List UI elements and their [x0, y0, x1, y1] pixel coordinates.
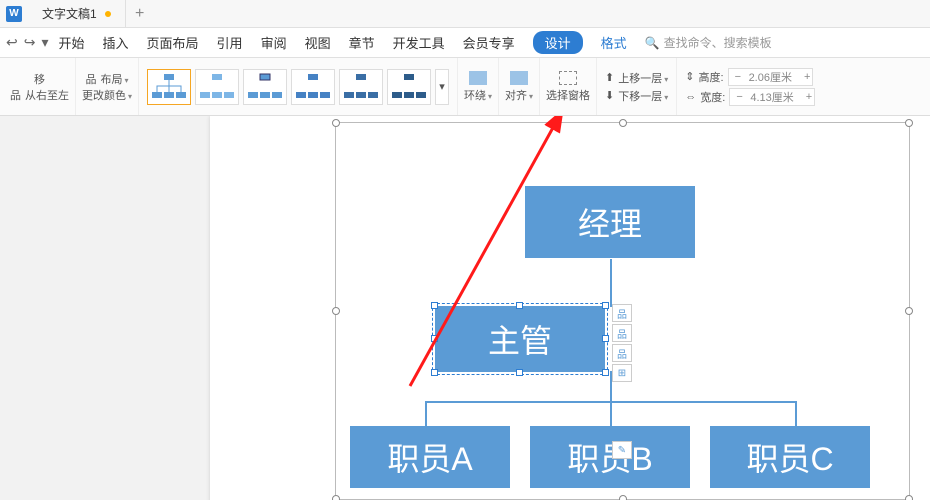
menu-page-layout[interactable]: 页面布局: [147, 33, 199, 52]
menu-bar: ↩ ↪ ▾ 开始 插入 页面布局 引用 审阅 视图 章节 开发工具 会员专享 设…: [0, 28, 930, 58]
style-thumb-3[interactable]: [243, 69, 287, 105]
redo-icon[interactable]: ↪: [24, 34, 36, 51]
app-icon: W: [6, 6, 22, 22]
search-placeholder: 查找命令、搜索模板: [664, 34, 772, 51]
smartart-edit-tool: ✎: [612, 441, 632, 459]
org-node-child-b[interactable]: 职员B: [530, 426, 690, 488]
pane-icon: [559, 71, 577, 85]
ribbon-order-group: ⬆ 上移一层 ⬇ 下移一层: [597, 58, 677, 115]
connector: [425, 401, 427, 426]
width-spinner[interactable]: − 4.13厘米 +: [729, 88, 814, 106]
move-label: 移: [34, 71, 45, 87]
org-node-middle[interactable]: 主管: [435, 306, 605, 372]
width-plus[interactable]: +: [800, 91, 814, 103]
search-box[interactable]: 🔍 查找命令、搜索模板: [645, 34, 772, 51]
height-minus[interactable]: −: [729, 71, 743, 83]
qat-dropdown-icon[interactable]: ▾: [41, 34, 48, 51]
add-below-button[interactable]: 品: [612, 344, 632, 362]
style-thumb-4[interactable]: [291, 69, 335, 105]
width-value: 4.13厘米: [744, 89, 799, 105]
ribbon-size-group: ⇕ 高度: − 2.06厘米 + ⇔ 宽度: − 4.13厘米 +: [677, 58, 822, 115]
document-name: 文字文稿1: [42, 5, 97, 22]
menu-design[interactable]: 设计: [533, 31, 583, 54]
add-assistant-button[interactable]: 品: [612, 324, 632, 342]
wrap-icon: [469, 71, 487, 85]
ribbon-align-group: 对齐: [499, 58, 540, 115]
layout-label[interactable]: 布局: [101, 71, 129, 87]
search-icon: 🔍: [645, 36, 660, 50]
layout-options-button[interactable]: ⊞: [612, 364, 632, 382]
org-node-child-c[interactable]: 职员C: [710, 426, 870, 488]
menu-format[interactable]: 格式: [601, 33, 627, 52]
ribbon-pane-group: 选择窗格: [540, 58, 597, 115]
connector: [795, 401, 797, 426]
canvas[interactable]: 经理 主管 职员A 职员B 职员C 品 品 品 ⊞ ✎: [0, 116, 930, 500]
height-value: 2.06厘米: [743, 69, 798, 85]
edit-text-button[interactable]: ✎: [612, 441, 632, 459]
rtl-label[interactable]: 从右至左: [25, 87, 69, 103]
menu-member[interactable]: 会员专享: [463, 33, 515, 52]
bring-forward-icon: ⬆: [605, 71, 614, 84]
connector: [610, 259, 612, 307]
style-gallery-more[interactable]: ▾: [435, 69, 449, 105]
menu-chapter[interactable]: 章节: [349, 33, 375, 52]
menu-insert[interactable]: 插入: [103, 33, 129, 52]
width-icon: ⇔: [685, 91, 696, 103]
new-tab-button[interactable]: +: [126, 5, 154, 23]
ribbon-wrap-group: 环绕: [458, 58, 499, 115]
menu-view[interactable]: 视图: [305, 33, 331, 52]
quick-access-toolbar: ↩ ↪ ▾: [6, 34, 49, 51]
ribbon-layout-group: 品布局 更改颜色: [76, 58, 139, 115]
align-icon: [510, 71, 528, 85]
style-thumb-6[interactable]: [387, 69, 431, 105]
menu-references[interactable]: 引用: [217, 33, 243, 52]
undo-icon[interactable]: ↩: [6, 34, 18, 51]
height-label: 高度:: [699, 69, 724, 85]
menu-dev-tools[interactable]: 开发工具: [393, 33, 445, 52]
title-bar: W 文字文稿1 +: [0, 0, 930, 28]
up-label[interactable]: 上移一层: [618, 70, 668, 86]
connector: [610, 401, 612, 426]
pane-label[interactable]: 选择窗格: [546, 87, 590, 103]
ribbon: 移 品从右至左 品布局 更改颜色 ▾ 环绕 对齐 选择窗格 ⬆ 上移一层 ⬇ 下移一…: [0, 58, 930, 116]
menu-review[interactable]: 审阅: [261, 33, 287, 52]
height-spinner[interactable]: − 2.06厘米 +: [728, 68, 813, 86]
width-label: 宽度:: [700, 89, 725, 105]
menu-home[interactable]: 开始: [59, 33, 85, 52]
style-gallery: ▾: [139, 58, 458, 115]
style-thumb-1[interactable]: [147, 69, 191, 105]
height-plus[interactable]: +: [798, 71, 812, 83]
org-node-middle-label: 主管: [488, 316, 552, 362]
style-thumb-5[interactable]: [339, 69, 383, 105]
add-shape-button[interactable]: 品: [612, 304, 632, 322]
height-icon: ⇕: [685, 70, 694, 83]
style-thumb-2[interactable]: [195, 69, 239, 105]
send-backward-icon: ⬇: [605, 89, 614, 102]
smartart-float-tools: 品 品 品 ⊞: [612, 304, 632, 382]
org-node-root[interactable]: 经理: [525, 186, 695, 258]
document-tab[interactable]: 文字文稿1: [28, 0, 126, 27]
ribbon-move-group: 移 品从右至左: [4, 58, 76, 115]
down-label[interactable]: 下移一层: [618, 88, 668, 104]
org-node-child-a[interactable]: 职员A: [350, 426, 510, 488]
align-label[interactable]: 对齐: [505, 87, 533, 103]
color-label[interactable]: 更改颜色: [82, 87, 132, 103]
wrap-label[interactable]: 环绕: [464, 87, 492, 103]
width-minus[interactable]: −: [730, 91, 744, 103]
unsaved-indicator-icon: [105, 11, 111, 17]
menu-list: 开始 插入 页面布局 引用 审阅 视图 章节 开发工具 会员专享 设计 格式: [59, 31, 627, 54]
